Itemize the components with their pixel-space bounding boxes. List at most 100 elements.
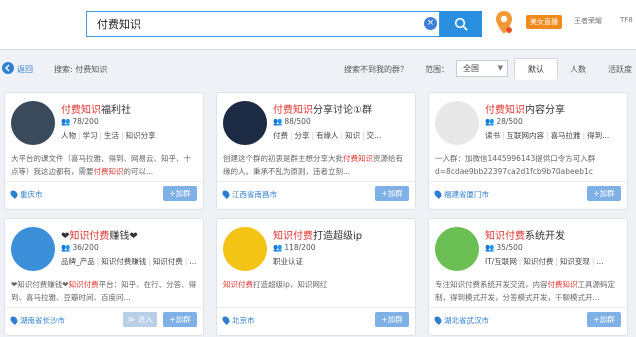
group-card[interactable]: ❤知识付费赚钱❤ 👥 36/200 品牌_产品 | 知识付费赚钱 | 知识付费 |... ❤知识付… — [4, 218, 204, 336]
clear-icon[interactable]: × — [424, 17, 437, 30]
member-count: 👥 88/500 — [273, 117, 311, 126]
join-group-button[interactable]: +加群 — [375, 186, 409, 201]
group-tags: IT/互联网 | 知识付费 | 知识变现 |... — [485, 256, 623, 267]
member-count-value: 88/500 — [284, 117, 311, 126]
city-name: 福建省厦门市 — [444, 190, 489, 199]
tag-separator: | — [555, 257, 558, 266]
tag-separator: | — [502, 131, 505, 140]
group-title[interactable]: 知识付费系统开发 — [485, 227, 621, 242]
group-description: 创建这个群的初衷是群主想分享大批付费知识资源给有缘的人。秉承不乱为原则，违者立刻… — [223, 152, 409, 179]
member-count-value: 35/500 — [496, 243, 523, 252]
group-title[interactable]: ❤知识付费赚钱❤ — [61, 227, 197, 242]
tab-activity[interactable]: 活跃度 — [598, 58, 636, 80]
live-tag[interactable]: 美女直播 — [526, 15, 562, 29]
desc-highlight: 付费知识 — [547, 280, 578, 289]
group-city[interactable]: 湖北省武汉市 — [433, 315, 489, 326]
location-pin-icon — [221, 189, 231, 199]
group-description: 知识付费打造超级ip，知识网红 — [223, 278, 409, 305]
member-count: 👥 36/200 — [61, 243, 99, 252]
group-tag[interactable]: 职业认证 — [273, 257, 303, 266]
location-pin-icon — [221, 315, 231, 325]
member-count-value: 118/200 — [284, 243, 316, 252]
group-title[interactable]: 付费知识福利社 — [61, 101, 197, 116]
group-city[interactable]: 江西省南昌市 — [221, 189, 277, 200]
group-title[interactable]: 付费知识分享讨论①群 — [273, 101, 409, 116]
group-tag[interactable]: 人物 — [61, 131, 76, 140]
group-tag[interactable]: 知识付费赚钱 — [101, 257, 146, 266]
tab-members[interactable]: 人数 — [556, 58, 600, 80]
city-name: 重庆市 — [20, 190, 43, 199]
people-icon: 👥 — [273, 243, 283, 252]
group-city[interactable]: 北京市 — [221, 315, 255, 326]
join-group-button[interactable]: +加群 — [587, 312, 621, 327]
back-icon[interactable] — [2, 62, 14, 74]
group-city[interactable]: 重庆市 — [9, 189, 43, 200]
card-divider — [5, 307, 203, 308]
group-tag[interactable]: 读书 — [485, 131, 500, 140]
group-tag[interactable]: IT/互联网 — [485, 257, 517, 266]
group-card[interactable]: 知识付费系统开发 👥 35/500 IT/互联网 | 知识付费 | 知识变现 |... 专注知识付… — [428, 218, 628, 336]
group-avatar[interactable] — [223, 227, 267, 271]
group-card[interactable]: 知识付费打造超级ip 👥 118/200 职业认证知识付费打造超级ip，知识网红北京市… — [216, 218, 416, 336]
group-tag[interactable]: 分享 — [295, 131, 310, 140]
group-tag[interactable]: 品牌_产品 — [61, 257, 95, 266]
group-tag[interactable]: 知识 — [345, 131, 360, 140]
location-pin-icon — [433, 189, 443, 199]
group-avatar[interactable] — [435, 227, 479, 271]
card-divider — [217, 307, 415, 308]
group-avatar[interactable] — [223, 101, 267, 145]
search-box[interactable]: × — [86, 11, 440, 37]
range-select[interactable]: 全国 ▼ — [456, 60, 508, 77]
enter-button[interactable]: ≫ 进入 — [123, 312, 157, 327]
group-avatar[interactable] — [11, 227, 55, 271]
group-tag[interactable]: 交... — [367, 131, 382, 140]
group-tag[interactable]: 生活 — [104, 131, 119, 140]
group-tags: 付费 | 分享 | 有缘人 | 知识 | 交... — [273, 130, 411, 141]
title-highlight: 知识付费 — [485, 231, 525, 242]
group-city[interactable]: 福建省厦门市 — [433, 189, 489, 200]
title-rest: 内容分享 — [525, 105, 565, 116]
group-description: 大平台的课文件（喜马拉雅、得到、网易云、知乎、十点等）我这边都有，需要付费知识的… — [11, 152, 197, 179]
join-group-button[interactable]: +加群 — [587, 186, 621, 201]
group-tag[interactable]: 付费 — [273, 131, 288, 140]
tag-separator: | — [78, 131, 81, 140]
card-divider — [5, 181, 203, 182]
search-input[interactable] — [87, 12, 407, 36]
group-card[interactable]: 付费知识内容分享 👥 28/500 读书 | 互联网内容 | 喜马拉雅 | 得到... 一入群：加微… — [428, 92, 628, 210]
group-tag[interactable]: 知识付费 — [153, 257, 183, 266]
location-icon[interactable] — [494, 10, 514, 36]
top-link-game[interactable]: 王者荣耀 — [574, 16, 602, 26]
group-tag[interactable]: ... — [596, 257, 603, 266]
group-avatar[interactable] — [435, 101, 479, 145]
join-group-button[interactable]: +加群 — [163, 312, 197, 327]
group-description: 专注知识付费系统开发交流，内容付费知识工具源码定制，得到模式开发，分答模式开发，… — [435, 278, 621, 305]
join-group-button[interactable]: +加群 — [163, 186, 197, 201]
top-link-tf8[interactable]: TF8 — [620, 16, 633, 24]
back-link[interactable]: 返回 — [17, 64, 33, 75]
group-tag[interactable]: 有缘人 — [316, 131, 339, 140]
group-tag[interactable]: 互联网内容 — [507, 131, 545, 140]
tab-default[interactable]: 默认 — [514, 58, 558, 80]
group-title[interactable]: 知识付费打造超级ip — [273, 227, 409, 242]
group-city[interactable]: 湖南省长沙市 — [9, 315, 65, 326]
group-card[interactable]: 付费知识分享讨论①群 👥 88/500 付费 | 分享 | 有缘人 | 知识 | 交... 创建这个群的… — [216, 92, 416, 210]
top-bar: × 美女直播 王者荣耀 TF8 — [0, 0, 636, 50]
group-card[interactable]: 付费知识福利社 👥 78/200 人物 | 学习 | 生活 | 知识分享 大平台的课文件（喜马拉雅、… — [4, 92, 204, 210]
not-found-link[interactable]: 搜索不到我的群？ — [344, 64, 408, 75]
group-tag[interactable]: ... — [189, 257, 196, 266]
tag-separator: | — [121, 131, 124, 140]
title-rest: 系统开发 — [525, 231, 565, 242]
group-tag[interactable]: 学习 — [83, 131, 98, 140]
group-tag[interactable]: 喜马拉雅 — [551, 131, 581, 140]
group-avatar[interactable] — [11, 101, 55, 145]
join-group-button[interactable]: +加群 — [375, 312, 409, 327]
desc-text: 一入群：加微信1445996143提供口令方可入群 d=8cdae9bb2239… — [435, 154, 596, 176]
group-tag[interactable]: 得到... — [587, 131, 609, 140]
group-description: 一入群：加微信1445996143提供口令方可入群 d=8cdae9bb2239… — [435, 152, 621, 179]
group-tag[interactable]: 知识付费 — [523, 257, 553, 266]
people-icon: 👥 — [485, 117, 495, 126]
group-title[interactable]: 付费知识内容分享 — [485, 101, 621, 116]
search-button[interactable] — [440, 11, 482, 37]
group-tag[interactable]: 知识变现 — [560, 257, 590, 266]
group-tag[interactable]: 知识分享 — [126, 131, 156, 140]
